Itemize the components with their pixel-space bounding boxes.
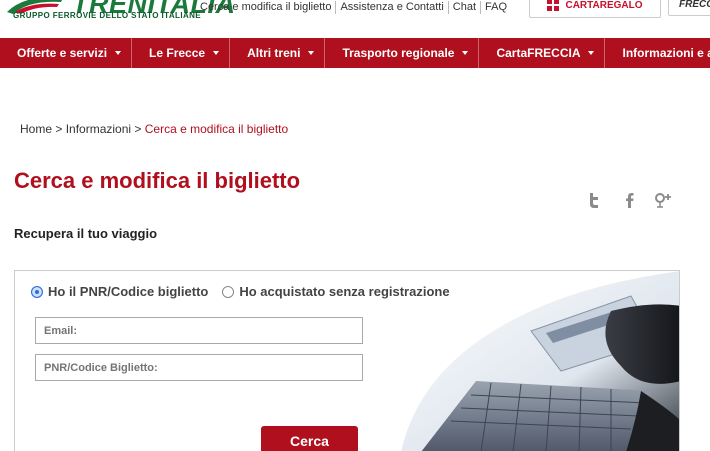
top-link-cerca[interactable]: Cerca e modifica il biglietto (196, 0, 337, 14)
breadcrumb-current: Cerca e modifica il biglietto (144, 122, 289, 136)
email-field[interactable] (35, 317, 363, 344)
gift-icon (547, 0, 560, 11)
main-nav: Offerte e servizi Le Frecce Altri treni … (0, 38, 710, 68)
nav-label: Le Frecce (149, 46, 206, 60)
radio-no-registration[interactable] (222, 285, 235, 298)
search-panel: Ho il PNR/Codice biglietto Ho acquistato… (14, 270, 680, 451)
chevron-down-icon (462, 51, 469, 55)
cerca-button[interactable]: Cerca (261, 426, 358, 451)
nav-item-frecce[interactable]: Le Frecce (132, 38, 231, 68)
google-plus-icon[interactable] (653, 190, 673, 210)
brand-tagline: GRUPPO FERROVIE DELLO STATO ITALIANE (13, 11, 202, 20)
top-links: Cerca e modifica il biglietto Assistenza… (196, 0, 511, 14)
chevron-down-icon (308, 51, 315, 55)
facebook-icon[interactable] (620, 190, 640, 210)
breadcrumb-separator: > (131, 122, 145, 136)
breadcrumb: Home > Informazioni > Cerca e modifica i… (20, 122, 288, 136)
nav-item-informazioni[interactable]: Informazioni e assistenza (605, 38, 710, 68)
subtitle: Recupera il tuo viaggio (14, 226, 158, 241)
nav-item-cartafreccia[interactable]: CartaFRECCIA (479, 38, 606, 68)
nav-label: Offerte e servizi (17, 46, 108, 60)
top-link-chat[interactable]: Chat (449, 0, 482, 14)
nav-item-trasporto-regionale[interactable]: Trasporto regionale (325, 38, 480, 68)
breadcrumb-informazioni[interactable]: Informazioni (66, 122, 131, 136)
top-bar: TRENITALIA GRUPPO FERROVIE DELLO STATO I… (0, 0, 710, 38)
cartaregalo-label: CARTAREGALO (565, 0, 643, 11)
top-link-assistenza[interactable]: Assistenza e Contatti (336, 0, 449, 14)
frecce-button[interactable]: FRECCE (668, 0, 710, 16)
radio-pnr-label[interactable]: Ho il PNR/Codice biglietto (48, 284, 208, 299)
twitter-icon[interactable] (584, 190, 604, 210)
chevron-down-icon (115, 51, 122, 55)
nav-item-altri-treni[interactable]: Altri treni (230, 38, 326, 68)
laptop-card-photo (401, 271, 679, 451)
nav-item-offerte[interactable]: Offerte e servizi (0, 38, 133, 68)
chevron-down-icon (213, 51, 220, 55)
radio-pnr[interactable] (31, 285, 43, 298)
cartaregalo-button[interactable]: CARTAREGALO (529, 0, 661, 18)
nav-label: Informazioni e assistenza (622, 46, 710, 60)
nav-label: CartaFRECCIA (496, 46, 581, 60)
breadcrumb-separator: > (52, 122, 66, 136)
page-title: Cerca e modifica il biglietto (14, 168, 301, 193)
nav-label: Altri treni (247, 46, 301, 60)
breadcrumb-home[interactable]: Home (20, 122, 52, 136)
chevron-down-icon (588, 51, 595, 55)
trenitalia-logo[interactable]: TRENITALIA GRUPPO FERROVIE DELLO STATO I… (0, 0, 235, 28)
top-link-faq[interactable]: FAQ (481, 1, 511, 14)
nav-label: Trasporto regionale (342, 46, 455, 60)
pnr-field[interactable] (35, 354, 363, 381)
